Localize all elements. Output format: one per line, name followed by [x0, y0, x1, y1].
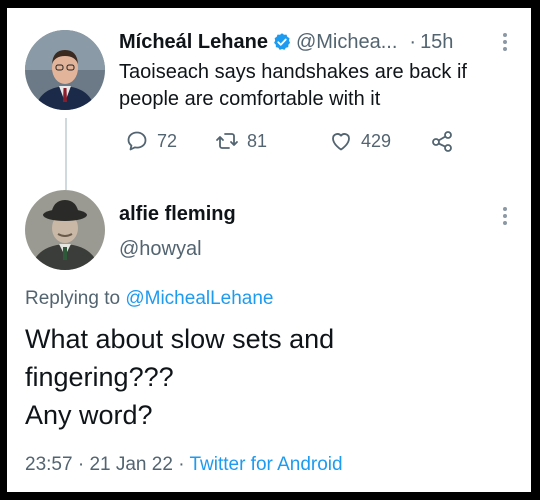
like-button[interactable]: 429 — [329, 128, 391, 154]
time-separator: · — [409, 30, 417, 53]
share-button[interactable] — [431, 128, 463, 154]
reply-source-link[interactable]: Twitter for Android — [189, 454, 342, 475]
reply-author-name[interactable]: alfie fleming — [119, 203, 236, 226]
reply-text: What about slow sets and fingering??? An… — [25, 324, 335, 430]
tweet-header: Mícheál Lehane @Michea... · 15h — [119, 28, 519, 56]
meta-separator: · — [178, 454, 185, 475]
vertical-ellipsis-icon[interactable] — [500, 204, 510, 228]
meta-separator: · — [77, 454, 85, 475]
share-nodes-icon — [432, 131, 452, 152]
tweet-actions: 72 81 429 — [119, 128, 519, 154]
tweet-card: Mícheál Lehane @Michea... · 15h Taoiseac… — [7, 8, 531, 492]
reply-button[interactable]: 72 — [125, 128, 177, 154]
replying-to-line: Replying to @MichealLehane — [25, 288, 274, 310]
retweet-count: 81 — [247, 130, 268, 151]
speech-bubble-icon — [127, 131, 147, 151]
reply-metadata: 23:57 · 21 Jan 22 · Twitter for Android — [25, 454, 343, 476]
avatar[interactable] — [25, 190, 105, 270]
reply-count: 72 — [157, 130, 178, 151]
author-handle[interactable]: @Michea... — [296, 31, 397, 54]
thread-connector-line — [65, 118, 67, 190]
replying-to-link[interactable]: @MichealLehane — [125, 288, 273, 309]
reply-author-handle[interactable]: @howyal — [119, 238, 202, 261]
like-count: 429 — [361, 130, 392, 151]
author-name[interactable]: Mícheál Lehane — [119, 31, 268, 54]
reply-time[interactable]: 23:57 — [25, 454, 73, 475]
tweet-text: Taoiseach says handshakes are back if pe… — [119, 61, 467, 110]
replying-prefix: Replying to — [25, 288, 121, 309]
retweet-arrows-icon — [216, 133, 238, 149]
verified-badge-icon — [272, 32, 292, 52]
heart-outline-icon — [332, 133, 350, 151]
reply-date[interactable]: 21 Jan 22 — [89, 454, 172, 475]
retweet-button[interactable]: 81 — [215, 128, 267, 154]
avatar[interactable] — [25, 30, 105, 110]
tweet-time[interactable]: 15h — [420, 31, 453, 54]
vertical-ellipsis-icon[interactable] — [500, 30, 510, 54]
